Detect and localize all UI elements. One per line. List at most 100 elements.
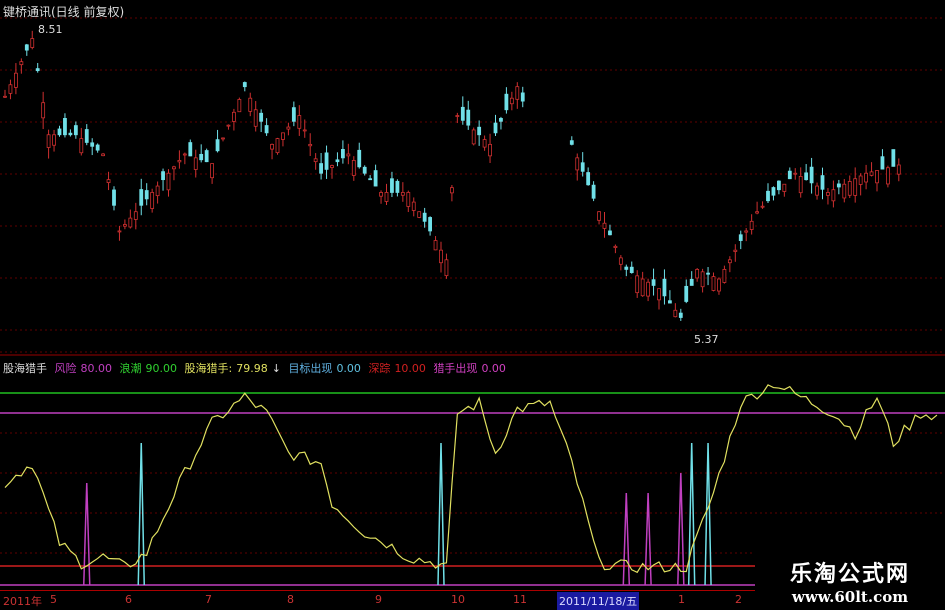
candle-body <box>112 189 116 206</box>
candle-body <box>733 249 738 252</box>
candle-body <box>133 211 138 220</box>
axis-tick: 1 <box>678 593 685 606</box>
candle-body <box>123 224 127 227</box>
candle-body <box>248 97 253 112</box>
low-price-label: 5.37 <box>694 333 719 346</box>
candle-body <box>896 164 901 175</box>
candle-body <box>41 102 46 119</box>
signal-spike <box>644 492 652 586</box>
candle-body <box>57 128 62 136</box>
candle-body <box>689 278 694 286</box>
candle-body <box>608 230 612 236</box>
candle-body <box>777 180 781 191</box>
axis-tick: 2011年 <box>3 595 42 608</box>
candle-body <box>504 93 509 111</box>
candle-body <box>755 211 759 214</box>
candle-body <box>68 132 73 136</box>
candle-body <box>744 230 749 233</box>
candle-body <box>831 189 836 202</box>
candle-body <box>406 192 411 207</box>
candle-body <box>695 269 700 279</box>
candle-body <box>275 138 280 154</box>
watermark-name: 乐淘公式网 <box>789 562 910 587</box>
axis-tick: 6 <box>125 593 132 606</box>
watermark: 乐淘公式网 www.60lt.com <box>755 552 945 609</box>
axis-tick: 10 <box>451 593 465 606</box>
candle-body <box>357 149 362 168</box>
candle-body <box>717 278 721 292</box>
candle-body <box>308 143 313 147</box>
candle-body <box>259 112 264 122</box>
candle-body <box>657 288 661 301</box>
candle-body <box>804 172 809 181</box>
risk-value: 80.00 <box>80 362 113 375</box>
candle-body <box>847 181 852 196</box>
hunter-appear-value: 0.00 <box>481 362 506 375</box>
track-label: 深踪 <box>368 362 391 375</box>
candle-body <box>84 129 89 143</box>
candle-body <box>820 175 825 190</box>
candle-body <box>63 118 67 136</box>
candle-body <box>395 180 400 193</box>
candle-body <box>319 163 324 174</box>
candle-body <box>613 245 618 248</box>
kline-chart <box>0 17 945 586</box>
hunter-value: 79.98 <box>236 362 268 375</box>
candle-body <box>580 162 585 172</box>
candle-body <box>787 170 792 180</box>
target-label: 目标出现 <box>288 362 333 375</box>
wave-label: 浪潮 <box>119 362 142 375</box>
axis-tick: 11 <box>513 593 527 606</box>
candle-body <box>684 285 689 302</box>
candle-body <box>144 190 149 200</box>
hunter-label: 股海猎手: <box>184 362 233 375</box>
candle-body <box>662 278 667 297</box>
candle-body <box>215 139 220 152</box>
candle-body <box>711 276 716 291</box>
candle-body <box>678 312 683 318</box>
candle-body <box>428 217 433 232</box>
candle-body <box>880 156 885 170</box>
candle-body <box>362 166 367 174</box>
date-axis: 2011年 5 6 7 8 9 10 11 1 2 2011/11/18/五 <box>0 590 755 610</box>
candle-body <box>771 187 776 196</box>
candle-body <box>477 126 482 136</box>
candle-body <box>384 192 389 202</box>
candle-body <box>782 183 787 192</box>
candle-body <box>172 166 176 170</box>
signal-spike <box>137 442 145 586</box>
candle-body <box>46 134 51 148</box>
candle-body <box>760 205 765 208</box>
candle-body <box>199 153 204 161</box>
signal-spike <box>704 442 712 586</box>
candle-body <box>700 271 705 288</box>
cursor-date: 2011/11/18/五 <box>557 592 640 610</box>
candle-body <box>390 178 394 193</box>
hunter-appear-label: 猎手出现 <box>433 362 478 375</box>
candle-body <box>891 149 896 167</box>
signal-spike <box>83 482 91 586</box>
candle-body <box>73 125 78 136</box>
stock-title: 键桥通讯(日线 前复权) <box>3 5 125 19</box>
axis-tick: 9 <box>375 593 382 606</box>
candle-body <box>842 183 847 199</box>
candle-body <box>30 38 35 48</box>
candle-body <box>766 190 770 202</box>
candle-body <box>182 153 187 156</box>
candle-body <box>128 217 133 228</box>
candle-body <box>35 68 40 72</box>
candle-body <box>340 149 345 159</box>
candle-body <box>13 72 18 88</box>
candle-body <box>400 192 405 196</box>
candle-body <box>826 192 830 196</box>
candle-body <box>809 166 814 184</box>
candle-body <box>635 275 640 294</box>
candle-body <box>886 167 890 185</box>
candle-body <box>19 61 24 66</box>
candle-body <box>618 257 623 265</box>
candle-body <box>869 171 874 176</box>
candle-body <box>591 184 596 199</box>
candle-body <box>139 189 144 206</box>
candle-body <box>155 185 160 197</box>
candle-body <box>351 160 356 176</box>
